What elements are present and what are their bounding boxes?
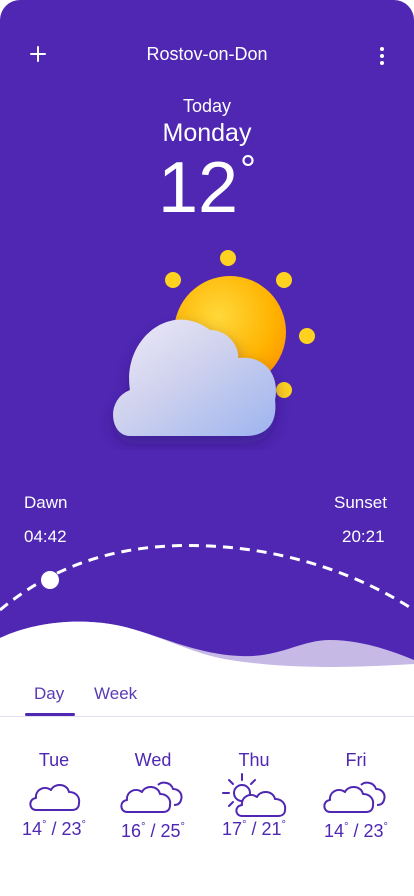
temperature-value: 12 — [157, 148, 239, 228]
forecast-day-tue[interactable]: Tue 14° / 23° — [9, 750, 99, 840]
forecast-tabs: Day Week — [0, 684, 414, 717]
forecast-day-name: Tue — [38, 750, 70, 770]
weather-screen: Rostov-on-Don Today Monday 12° Dawn 04:4… — [0, 0, 414, 896]
cloud-icon — [29, 784, 81, 811]
low-temp: 14 — [324, 821, 345, 841]
top-bar: Rostov-on-Don — [0, 0, 414, 110]
sun-cloud-icon — [222, 773, 287, 817]
high-temp: 23 — [363, 821, 384, 841]
forecast-day-fri[interactable]: Fri 14° / 23° — [311, 750, 401, 842]
city-name: Rostov-on-Don — [146, 44, 268, 64]
forecast-temp: 17° / 21° — [222, 819, 286, 839]
tab-week[interactable]: Week — [94, 684, 137, 704]
low-temp: 16 — [121, 821, 142, 841]
hero-panel: Rostov-on-Don Today Monday 12° Dawn 04:4… — [0, 0, 414, 700]
forecast-day-name: Thu — [238, 750, 270, 770]
degree-symbol: ° — [240, 148, 257, 192]
high-temp: 21 — [261, 819, 282, 839]
sun-path-arc — [0, 544, 414, 612]
sun-position-marker — [41, 571, 59, 589]
sunset-label: Sunset — [334, 493, 387, 512]
forecast-day-thu[interactable]: Thu 17° / 21° — [209, 750, 299, 840]
partly-cloudy-icon — [113, 250, 315, 436]
clouds-icon — [120, 781, 183, 813]
forecast-temp: 14° / 23° — [22, 819, 86, 839]
high-temp: 23 — [61, 819, 82, 839]
tab-day[interactable]: Day — [34, 684, 64, 704]
active-tab-indicator — [25, 713, 75, 716]
forecast-day-wed[interactable]: Wed 16° / 25° — [108, 750, 198, 842]
forecast-temp: 16° / 25° — [121, 821, 185, 841]
dawn-label: Dawn — [24, 493, 68, 512]
forecast-day-name: Fri — [345, 750, 367, 770]
low-temp: 17 — [222, 819, 243, 839]
current-day: Monday — [162, 119, 252, 147]
current-temperature: 12° — [0, 150, 414, 224]
clouds-icon — [323, 781, 386, 813]
low-temp: 14 — [22, 819, 43, 839]
more-options-button[interactable] — [370, 42, 394, 70]
forecast-temp: 14° / 23° — [324, 821, 388, 841]
high-temp: 25 — [160, 821, 181, 841]
forecast-day-name: Wed — [134, 750, 172, 770]
today-label: Today — [182, 96, 232, 116]
